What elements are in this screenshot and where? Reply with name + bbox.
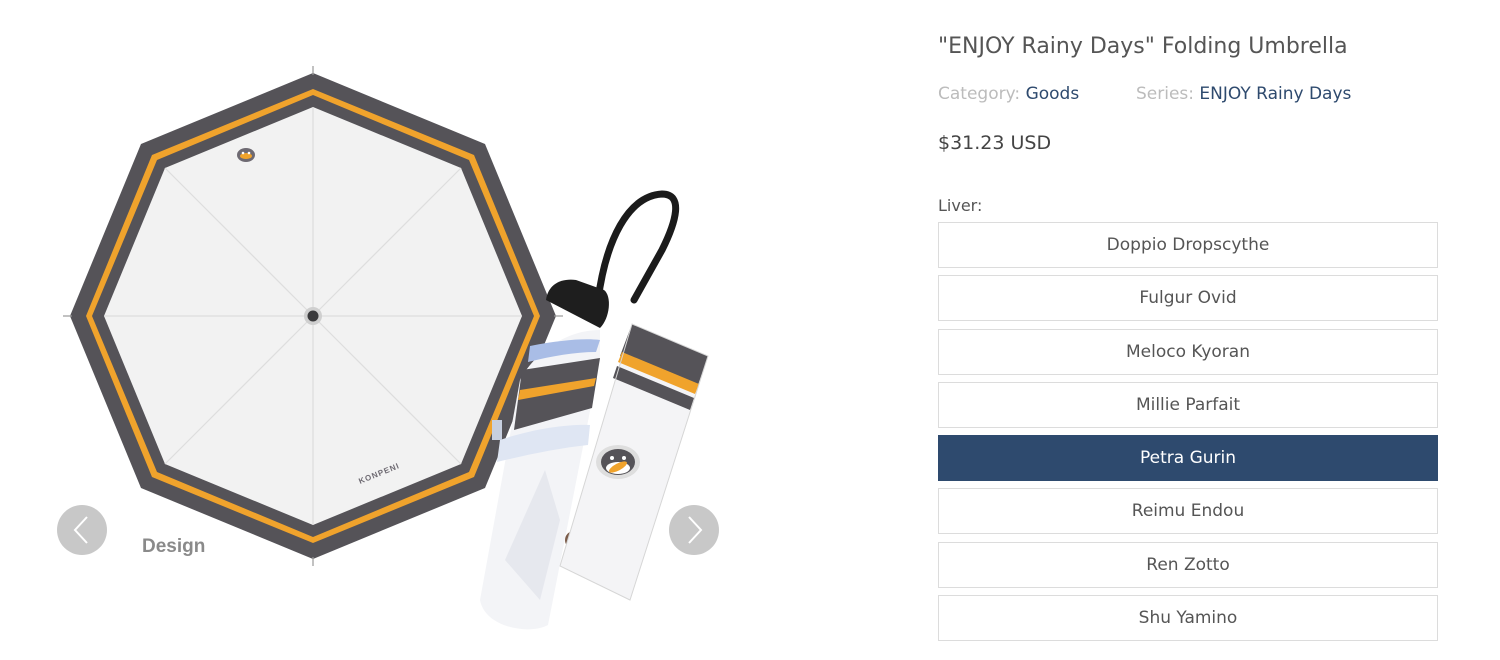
- liver-option[interactable]: Reimu Endou: [938, 488, 1438, 535]
- liver-options: Doppio Dropscythe Fulgur Ovid Meloco Kyo…: [938, 222, 1438, 648]
- series-label: Series:: [1136, 84, 1195, 104]
- series-link[interactable]: ENJOY Rainy Days: [1199, 84, 1351, 104]
- product-image-gallery: KONPENI Design: [0, 0, 760, 660]
- liver-option[interactable]: Doppio Dropscythe: [938, 222, 1438, 268]
- product-title: "ENJOY Rainy Days" Folding Umbrella: [938, 34, 1348, 59]
- product-meta: Category: Goods Series: ENJOY Rainy Days: [938, 84, 1351, 104]
- category-label: Category:: [938, 84, 1021, 104]
- image-caption: Design: [142, 536, 206, 557]
- category-link[interactable]: Goods: [1026, 84, 1080, 104]
- liver-option[interactable]: Shu Yamino: [938, 595, 1438, 642]
- mascot-icon: [237, 148, 255, 162]
- open-umbrella: KONPENI: [63, 66, 563, 566]
- next-image-button[interactable]: [669, 505, 719, 555]
- product-image: KONPENI: [63, 66, 709, 630]
- liver-option[interactable]: Meloco Kyoran: [938, 328, 1438, 375]
- product-price: $31.23 USD: [938, 132, 1052, 154]
- product-page: KONPENI Design "ENJOY Rainy Days" Foldin…: [0, 0, 1500, 660]
- chevron-right-icon: [688, 516, 703, 544]
- liver-label: Liver:: [938, 196, 983, 215]
- liver-option[interactable]: Millie Parfait: [938, 381, 1438, 428]
- sleeve-mascot-icon: [596, 445, 640, 479]
- liver-option[interactable]: Ren Zotto: [938, 541, 1438, 588]
- liver-option-selected[interactable]: Petra Gurin: [938, 435, 1438, 482]
- previous-image-button[interactable]: [57, 505, 107, 555]
- chevron-left-icon: [73, 516, 88, 544]
- liver-option[interactable]: Fulgur Ovid: [938, 275, 1438, 322]
